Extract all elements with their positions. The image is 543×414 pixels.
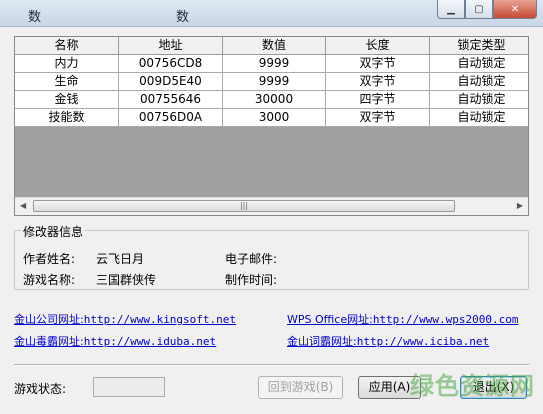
cell-length: 四字节	[326, 91, 430, 109]
kingsoft-link[interactable]: 金山公司网址:http://www.kingsoft.net	[14, 311, 236, 327]
cell-lock-type[interactable]: 自动锁定	[430, 55, 528, 73]
link-name: 金山公司网址:	[14, 313, 84, 326]
title-bar: 数 数 ▁ ▢ ✕	[0, 0, 543, 27]
column-header-lock-type[interactable]: 锁定类型	[430, 37, 528, 55]
cell-address: 00755646	[119, 91, 223, 109]
back-to-game-button[interactable]: 回到游戏(B)	[258, 376, 343, 399]
cheat-table[interactable]: 名称 地址 数值 长度 锁定类型 内力 00756CD8 9999 双字节 自动…	[14, 36, 529, 216]
cell-address: 00756CD8	[119, 55, 223, 73]
cell-lock-type[interactable]: 自动锁定	[430, 91, 528, 109]
game-status-label: 游戏状态:	[14, 382, 67, 396]
column-header-value[interactable]: 数值	[223, 37, 326, 55]
scroll-left-icon[interactable]: ◀	[20, 201, 26, 210]
link-url: http://www.iciba.net	[356, 335, 490, 348]
window-controls: ▁ ▢ ✕	[437, 0, 537, 19]
column-header-length[interactable]: 长度	[326, 37, 430, 55]
build-time-label: 制作时间:	[225, 273, 278, 287]
game-name-value: 三国群侠传	[96, 273, 157, 287]
cell-lock-type[interactable]: 自动锁定	[430, 109, 528, 127]
cell-length: 双字节	[326, 109, 430, 127]
minimize-icon[interactable]: ▁	[437, 0, 465, 19]
cell-value[interactable]: 9999	[223, 73, 326, 91]
cell-lock-type[interactable]: 自动锁定	[430, 73, 528, 91]
link-name: WPS Office网址:	[287, 313, 373, 326]
table-row[interactable]: 技能数 00756D0A 3000 双字节 自动锁定	[15, 109, 528, 127]
iciba-link[interactable]: 金山词霸网址:http://www.iciba.net	[287, 333, 489, 349]
author-label: 作者姓名:	[23, 252, 76, 266]
game-status-indicator	[93, 377, 165, 397]
table-row[interactable]: 内力 00756CD8 9999 双字节 自动锁定	[15, 55, 528, 73]
group-legend: 修改器信息	[21, 223, 86, 240]
author-value: 云飞日月	[96, 252, 145, 266]
link-url: http://www.wps2000.com	[372, 313, 519, 326]
scroll-right-icon[interactable]: ▶	[517, 201, 523, 210]
cell-address: 009D5E40	[119, 73, 223, 91]
trainer-info-group: 修改器信息 作者姓名: 云飞日月 电子邮件: 游戏名称: 三国群侠传 制作时间:	[14, 223, 529, 290]
table-row[interactable]: 生命 009D5E40 9999 双字节 自动锁定	[15, 73, 528, 91]
maximize-icon[interactable]: ▢	[465, 0, 493, 19]
cell-address: 00756D0A	[119, 109, 223, 127]
link-url: http://www.kingsoft.net	[83, 313, 237, 326]
link-url: http://www.iduba.net	[83, 335, 217, 348]
cell-name: 金钱	[15, 91, 119, 109]
cell-value[interactable]: 30000	[223, 91, 326, 109]
cell-name: 技能数	[15, 109, 119, 127]
cell-name: 内力	[15, 55, 119, 73]
link-name: 金山毒霸网址:	[14, 335, 84, 348]
wps-link[interactable]: WPS Office网址:http://www.wps2000.com	[287, 311, 519, 327]
cell-value[interactable]: 9999	[223, 55, 326, 73]
watermark: 绿色资源网	[410, 372, 535, 400]
column-header-name[interactable]: 名称	[15, 37, 119, 55]
title-text-left: 数	[28, 10, 42, 25]
cell-name: 生命	[15, 73, 119, 91]
email-label: 电子邮件:	[225, 252, 278, 266]
close-icon[interactable]: ✕	[493, 0, 537, 19]
table-row[interactable]: 金钱 00755646 30000 四字节 自动锁定	[15, 91, 528, 109]
table-header: 名称 地址 数值 长度 锁定类型	[15, 37, 528, 55]
cell-length: 双字节	[326, 55, 430, 73]
horizontal-scrollbar[interactable]: ◀ ||| ▶	[15, 197, 528, 215]
cell-value[interactable]: 3000	[223, 109, 326, 127]
game-name-label: 游戏名称:	[23, 273, 76, 287]
title-text-right: 数	[176, 10, 190, 25]
scrollbar-thumb[interactable]: |||	[33, 200, 455, 212]
column-header-address[interactable]: 地址	[119, 37, 223, 55]
link-name: 金山词霸网址:	[287, 335, 357, 348]
iduba-link[interactable]: 金山毒霸网址:http://www.iduba.net	[14, 333, 216, 349]
cell-length: 双字节	[326, 73, 430, 91]
